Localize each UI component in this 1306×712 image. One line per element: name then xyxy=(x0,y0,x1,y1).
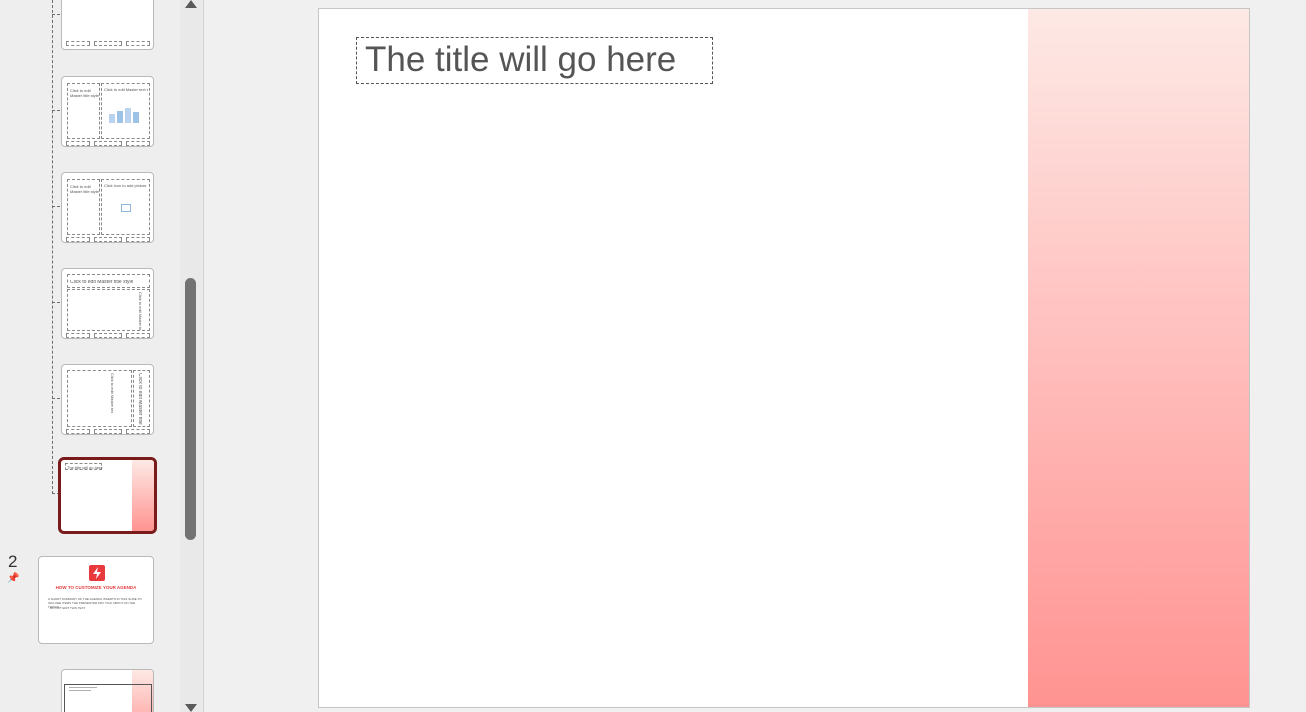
layout-tree-tick xyxy=(52,110,60,111)
mini-title-line: Click to edit Master title style xyxy=(70,280,134,285)
footer-placeholder xyxy=(126,429,150,434)
layout-tree-tick xyxy=(52,14,60,15)
layout-tree-line xyxy=(52,0,53,494)
footer-placeholder xyxy=(126,333,150,338)
mini-body-text: Click icon to add picture xyxy=(104,183,147,188)
content-placeholder-mini: Click to edit Master text styles xyxy=(67,289,150,331)
chart-icon xyxy=(108,106,144,124)
scroll-up-arrow-icon[interactable] xyxy=(185,0,197,8)
footer-placeholder xyxy=(66,141,90,146)
slide-canvas[interactable]: The title will go here xyxy=(318,8,1250,708)
footer-placeholder xyxy=(126,141,150,146)
footer-placeholder xyxy=(94,333,122,338)
layout-tree-tick xyxy=(52,398,60,399)
mini-body-text: Click to edit Master text styles xyxy=(104,87,148,92)
layout-tree-tick xyxy=(52,206,60,207)
thumbnail-scrollbar[interactable] xyxy=(180,0,204,712)
mini-title-line: Master title style xyxy=(70,189,99,194)
footer-placeholder xyxy=(94,429,122,434)
mini-text-line xyxy=(69,687,97,688)
agenda-badge-icon xyxy=(89,565,105,581)
content-placeholder-mini xyxy=(64,684,152,712)
footer-placeholder xyxy=(94,237,122,242)
layout-thumbnail-two-content[interactable]: Click to edit Master title style Click t… xyxy=(61,76,154,147)
footer-placeholder xyxy=(126,41,150,46)
footer-placeholder xyxy=(66,429,90,434)
layout-thumbnail-next[interactable] xyxy=(61,669,154,712)
footer-placeholder xyxy=(94,41,122,46)
mini-title-line: Master title style xyxy=(70,93,99,98)
layout-thumbnail-vertical-text[interactable]: Click to edit Master title style Click t… xyxy=(61,268,154,339)
picture-icon xyxy=(121,204,131,212)
slide-number: 2 xyxy=(8,552,18,571)
mini-text-line xyxy=(69,690,91,691)
footer-placeholder xyxy=(66,333,90,338)
footer-placeholder xyxy=(66,41,90,46)
mini-title-line: Click to edit Master title style xyxy=(137,373,142,425)
title-placeholder-mini: Click to edit Master title style xyxy=(67,83,100,139)
title-placeholder-mini: The title will go here xyxy=(65,463,103,470)
title-placeholder-mini: Click to edit Master title style xyxy=(67,274,150,288)
mini-title-line: The title will go here xyxy=(67,465,103,470)
layout-thumbnail-vertical-title[interactable]: Click to edit Master text styles Click t… xyxy=(61,364,154,435)
scroll-down-arrow-icon[interactable] xyxy=(185,704,197,712)
footer-placeholder xyxy=(126,237,150,242)
mini-gradient-panel xyxy=(132,460,154,531)
layout-thumbnail-custom-selected[interactable]: The title will go here xyxy=(58,457,157,534)
layout-tree-tick xyxy=(52,302,60,303)
footer-placeholder xyxy=(66,237,90,242)
slide-editor-area: The title will go here xyxy=(205,0,1306,712)
mini-slide-heading: HOW TO CUSTOMIZE YOUR AGENDA xyxy=(55,585,137,590)
title-placeholder-mini: Click to edit Master title style xyxy=(133,370,150,427)
footer-placeholder xyxy=(94,141,122,146)
content-placeholder-mini: Click to edit Master text styles xyxy=(101,83,150,139)
slide-thumbnails-panel: Click to edit Master title style Click t… xyxy=(0,0,180,712)
title-placeholder-mini: Click to edit Master title style xyxy=(67,179,100,235)
pin-icon: 📌 xyxy=(7,573,20,584)
slide-gradient-panel xyxy=(1028,9,1249,707)
layout-thumbnail-title-and-content[interactable] xyxy=(61,0,154,50)
layout-thumbnail-picture[interactable]: Click to edit Master title style Click i… xyxy=(61,172,154,243)
mini-slide-bullet: DO NOT EDIT THIS TEXT xyxy=(50,606,86,610)
mini-body-text: Click to edit Master text styles xyxy=(110,373,115,413)
picture-placeholder-mini: Click icon to add picture xyxy=(101,179,150,235)
scrollbar-thumb[interactable] xyxy=(185,278,196,540)
slide-thumbnail-2[interactable]: HOW TO CUSTOMIZE YOUR AGENDA A SHORT SUM… xyxy=(38,556,154,644)
title-placeholder[interactable]: The title will go here xyxy=(356,37,713,84)
mini-body-text: Click to edit Master text styles xyxy=(138,292,143,330)
content-placeholder-mini: Click to edit Master text styles xyxy=(67,370,132,427)
